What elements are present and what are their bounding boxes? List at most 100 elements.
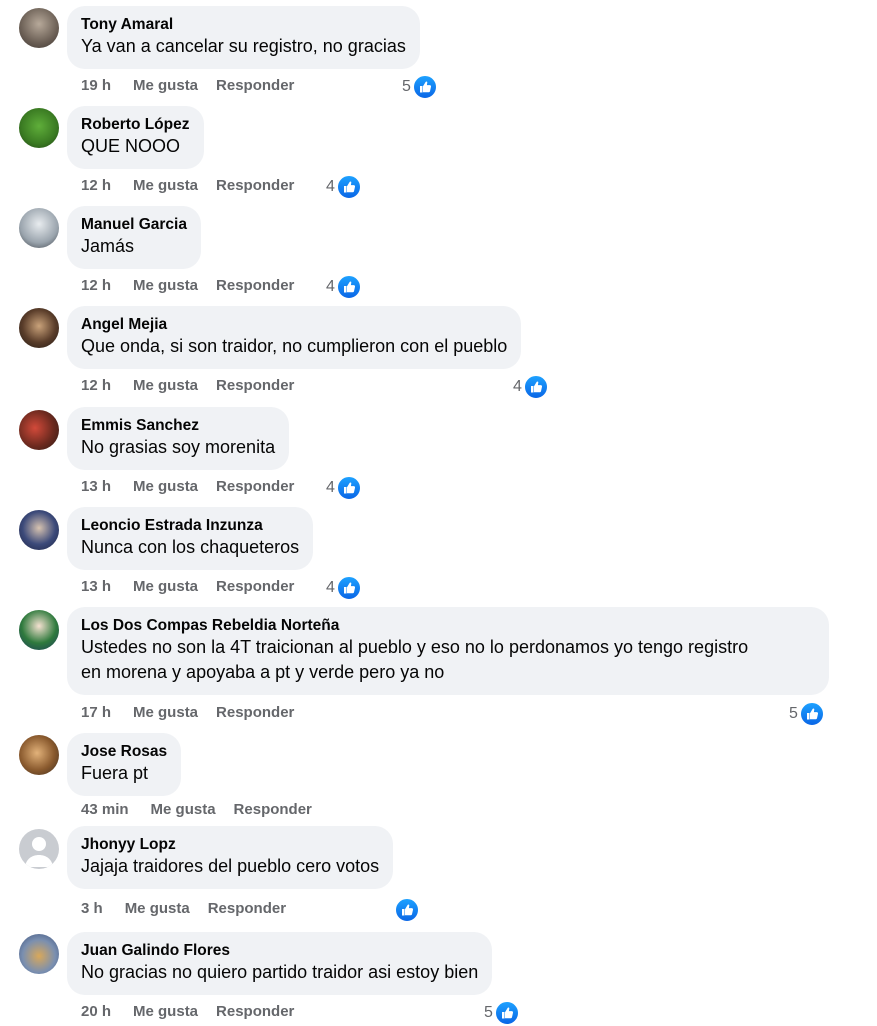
thumbs-up-icon <box>335 274 362 300</box>
comment-actions: 12 h Me gusta Responder <box>81 377 294 394</box>
comment-bubble: Tony Amaral Ya van a cancelar su registr… <box>67 6 420 69</box>
comment-actions: 3 h Me gusta Responder <box>81 900 286 917</box>
comment-time[interactable]: 12 h <box>81 377 111 394</box>
avatar[interactable] <box>19 610 59 650</box>
comment-author[interactable]: Jose Rosas <box>81 742 167 761</box>
like-button[interactable]: Me gusta <box>125 900 190 917</box>
reply-button[interactable]: Responder <box>208 900 286 917</box>
like-button[interactable]: Me gusta <box>133 177 198 194</box>
like-button[interactable]: Me gusta <box>133 77 198 94</box>
comment-text: Nunca con los chaqueteros <box>81 537 300 557</box>
comment-actions: 17 h Me gusta Responder <box>81 704 294 721</box>
thumbs-up-icon <box>335 475 362 501</box>
comment-text-line-2: en morena y apoyaba a pt y verde pero ya… <box>81 662 445 682</box>
reply-button[interactable]: Responder <box>216 1003 294 1020</box>
avatar[interactable] <box>19 934 59 974</box>
reaction-count-number: 4 <box>513 378 522 395</box>
comment-author[interactable]: Leoncio Estrada Inzunza <box>81 516 299 535</box>
reaction-count-number: 5 <box>402 78 411 95</box>
comment-author[interactable]: Tony Amaral <box>81 15 406 34</box>
comment-actions: 19 h Me gusta Responder <box>81 77 294 94</box>
like-button[interactable]: Me gusta <box>133 377 198 394</box>
like-button[interactable]: Me gusta <box>133 277 198 294</box>
comment-text-line-1: Ustedes no son la 4T traicionan al puebl… <box>81 637 749 657</box>
reply-button[interactable]: Responder <box>216 377 294 394</box>
comment-time[interactable]: 13 h <box>81 478 111 495</box>
thumbs-up-icon <box>798 701 825 727</box>
comment-author[interactable]: Juan Galindo Flores <box>81 941 478 960</box>
like-button[interactable]: Me gusta <box>133 478 198 495</box>
reply-button[interactable]: Responder <box>216 578 294 595</box>
comment-author[interactable]: Jhonyy Lopz <box>81 835 379 854</box>
comment-time[interactable]: 12 h <box>81 277 111 294</box>
like-button[interactable]: Me gusta <box>133 578 198 595</box>
comment-bubble: Juan Galindo Flores No gracias no quiero… <box>67 932 493 995</box>
thumbs-up-icon <box>522 374 549 400</box>
reaction-count-number: 4 <box>326 579 335 596</box>
reaction-count[interactable]: 5 <box>484 1000 520 1026</box>
comment-actions: 12 h Me gusta Responder <box>81 177 294 194</box>
avatar[interactable] <box>19 510 59 550</box>
reply-button[interactable]: Responder <box>216 77 294 94</box>
reaction-count[interactable]: 4 <box>513 374 549 400</box>
comment-author[interactable]: Roberto López <box>81 115 190 134</box>
reaction-count[interactable]: 4 <box>326 174 362 200</box>
reaction-count-number: 4 <box>326 479 335 496</box>
comment-time[interactable]: 43 min <box>81 801 129 818</box>
thumbs-up-icon <box>335 174 362 200</box>
reaction-count[interactable]: 5 <box>789 701 825 727</box>
comment-text: Jamás <box>81 236 135 256</box>
comment-author[interactable]: Emmis Sanchez <box>81 416 275 435</box>
comment-bubble: Jhonyy Lopz Jajaja traidores del pueblo … <box>67 826 394 889</box>
reaction-count[interactable]: 4 <box>326 575 362 601</box>
comment-time[interactable]: 3 h <box>81 900 103 917</box>
avatar[interactable] <box>19 108 59 148</box>
thumbs-up-icon <box>335 575 362 601</box>
thumbs-up-icon <box>394 897 420 923</box>
comment-time[interactable]: 19 h <box>81 77 111 94</box>
reaction-count[interactable]: 4 <box>326 274 362 300</box>
comment-author[interactable]: Angel Mejia <box>81 315 507 334</box>
comment-bubble: Emmis Sanchez No grasias soy morenita <box>67 407 290 470</box>
comment-author[interactable]: Los Dos Compas Rebeldia Norteña <box>81 616 815 635</box>
comment-bubble: Jose Rosas Fuera pt <box>67 733 182 796</box>
avatar[interactable] <box>19 735 59 775</box>
avatar[interactable] <box>19 308 59 348</box>
like-button[interactable]: Me gusta <box>151 801 216 818</box>
avatar[interactable] <box>19 410 59 450</box>
comment-text: Jajaja traidores del pueblo cero votos <box>81 856 380 876</box>
reaction-count[interactable] <box>393 897 420 923</box>
like-button[interactable]: Me gusta <box>133 1003 198 1020</box>
like-button[interactable]: Me gusta <box>133 704 198 721</box>
comment-text: Que onda, si son traidor, no cumplieron … <box>81 336 508 356</box>
reaction-count-number: 4 <box>326 178 335 195</box>
reaction-count[interactable]: 4 <box>326 475 362 501</box>
comment-bubble: Angel Mejia Que onda, si son traidor, no… <box>67 306 522 369</box>
comment-bubble: Los Dos Compas Rebeldia Norteña Ustedes … <box>67 607 829 695</box>
reaction-count-number: 5 <box>484 1004 493 1021</box>
comment-time[interactable]: 17 h <box>81 704 111 721</box>
comment-bubble: Leoncio Estrada Inzunza Nunca con los ch… <box>67 507 314 570</box>
comment-time[interactable]: 12 h <box>81 177 111 194</box>
reply-button[interactable]: Responder <box>216 478 294 495</box>
avatar[interactable] <box>19 208 59 248</box>
comment-text: Ya van a cancelar su registro, no gracia… <box>81 36 406 56</box>
thumbs-up-icon <box>411 74 438 100</box>
reply-button[interactable]: Responder <box>216 177 294 194</box>
comment-actions: 13 h Me gusta Responder <box>81 578 294 595</box>
reaction-count-number: 4 <box>326 278 335 295</box>
comment-time[interactable]: 13 h <box>81 578 111 595</box>
comment-text: QUE NOOO <box>81 136 181 156</box>
thumbs-up-icon <box>493 1000 520 1026</box>
comment-actions: 13 h Me gusta Responder <box>81 478 294 495</box>
reply-button[interactable]: Responder <box>234 801 312 818</box>
reply-button[interactable]: Responder <box>216 277 294 294</box>
reaction-count-number: 5 <box>789 705 798 722</box>
comment-time[interactable]: 20 h <box>81 1003 111 1020</box>
avatar[interactable] <box>19 829 59 869</box>
comment-author[interactable]: Manuel Garcia <box>81 215 187 234</box>
avatar[interactable] <box>19 8 59 48</box>
reply-button[interactable]: Responder <box>216 704 294 721</box>
comment-text: No grasias soy morenita <box>81 437 276 457</box>
reaction-count[interactable]: 5 <box>402 74 438 100</box>
